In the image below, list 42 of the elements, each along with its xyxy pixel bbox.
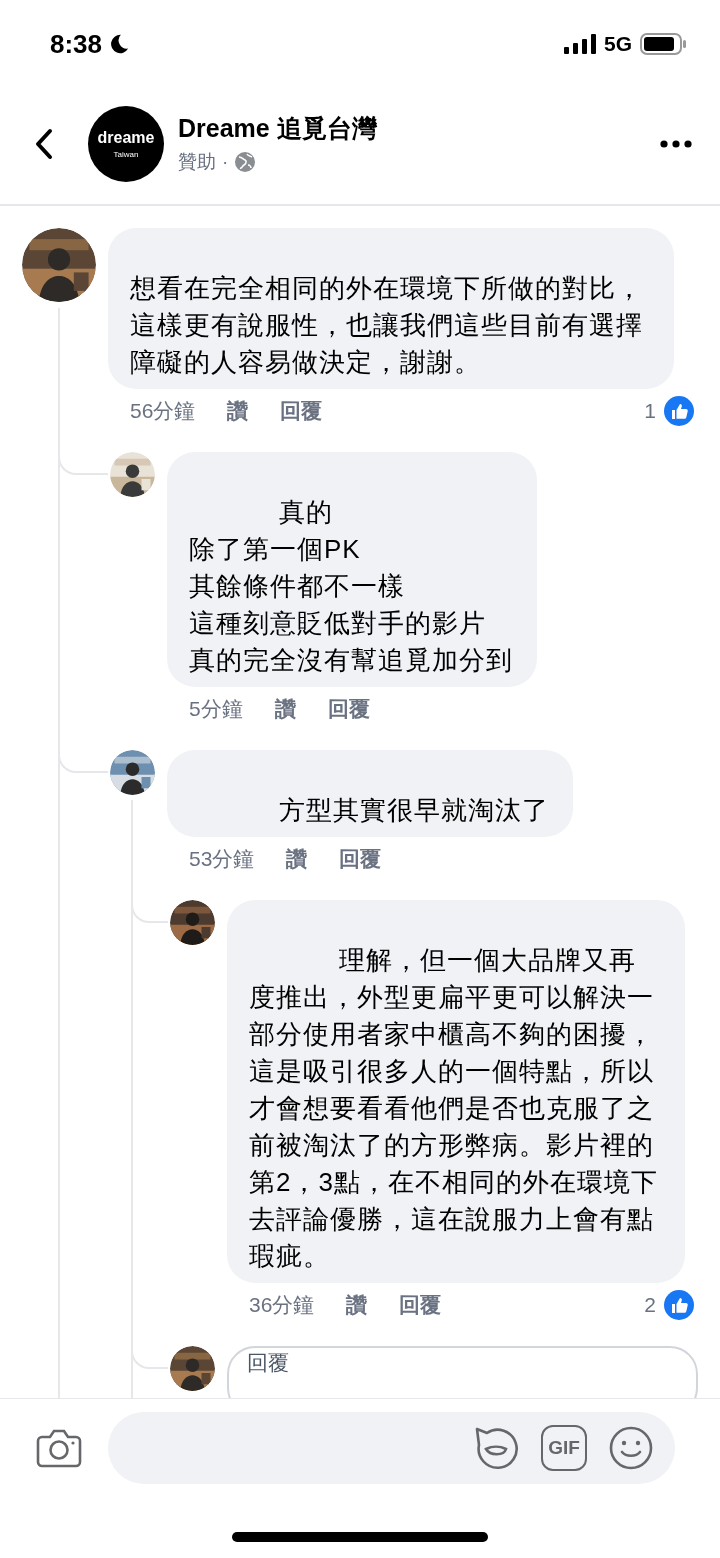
comment-text: 方型其實很早就淘汰了	[278, 794, 549, 827]
like-button[interactable]: 讚	[346, 1289, 368, 1321]
like-icon	[664, 396, 694, 426]
logo-subtitle: Taiwan	[113, 149, 139, 160]
sticker-icon[interactable]	[473, 1425, 519, 1471]
page-name[interactable]: Dreame 追覓台灣	[178, 111, 660, 144]
gif-button[interactable]: GIF	[541, 1425, 587, 1471]
comment-text: 想看在完全相同的外在環境下所做的對比，這樣更有說服性，也讓我們這些目前有選擇障礙的人容易做決定，謝謝。	[130, 272, 644, 379]
comment-line: 真的完全沒有幫追覓加分到	[189, 644, 513, 677]
like-icon	[664, 1290, 694, 1320]
page-logo[interactable]: dreame Taiwan	[88, 106, 164, 182]
network-label: 5G	[604, 31, 632, 58]
like-button[interactable]: 讚	[227, 395, 249, 427]
reaction-count: 1	[644, 398, 656, 425]
battery-icon	[640, 33, 686, 55]
comment-time: 56分鐘	[130, 398, 196, 425]
globe-icon	[234, 151, 257, 173]
signal-icon	[564, 34, 596, 54]
comment-text: 理解，但一個大品牌又再度推出，外型更扁平更可以解決一部分使用者家中櫃高不夠的困擾，這是吸引很多人的一個特點，所以才會想要看看他們是否也克服了之前被淘汰了的方形弊病。影片裡的第2，3點，在不相同的外在環境下去評論優勝，這在說服力上會有點瑕疵。	[249, 944, 659, 1273]
comment-line: 除了第一個PK	[189, 533, 362, 566]
emoji-icon[interactable]	[609, 1426, 653, 1470]
comment-line: 這種刻意貶低對手的影片	[189, 607, 487, 640]
comment-time: 5分鐘	[189, 696, 243, 723]
sponsored-label: 贊助	[178, 149, 216, 174]
reply-button[interactable]: 回覆	[280, 395, 323, 427]
reply-button[interactable]: 回覆	[327, 693, 370, 725]
logo-wordmark: dreame	[97, 128, 155, 147]
reaction-count: 2	[644, 1292, 656, 1319]
like-button[interactable]: 讚	[286, 843, 308, 875]
reply-button[interactable]: 回覆	[399, 1289, 442, 1321]
status-time: 8:38	[50, 27, 103, 61]
comment-time: 53分鐘	[189, 846, 255, 873]
more-icon[interactable]	[660, 140, 692, 148]
back-icon	[34, 128, 54, 160]
comment-line: 真的	[278, 496, 334, 529]
comment-time: 36分鐘	[249, 1292, 315, 1319]
comment-line: 其餘條件都不一樣	[189, 570, 406, 603]
camera-icon[interactable]	[36, 1428, 82, 1468]
comment-field[interactable]: GIF	[108, 1412, 675, 1484]
reply-button[interactable]: 回覆	[339, 843, 382, 875]
separator-dot: ·	[222, 149, 229, 174]
like-button[interactable]: 讚	[274, 693, 296, 725]
